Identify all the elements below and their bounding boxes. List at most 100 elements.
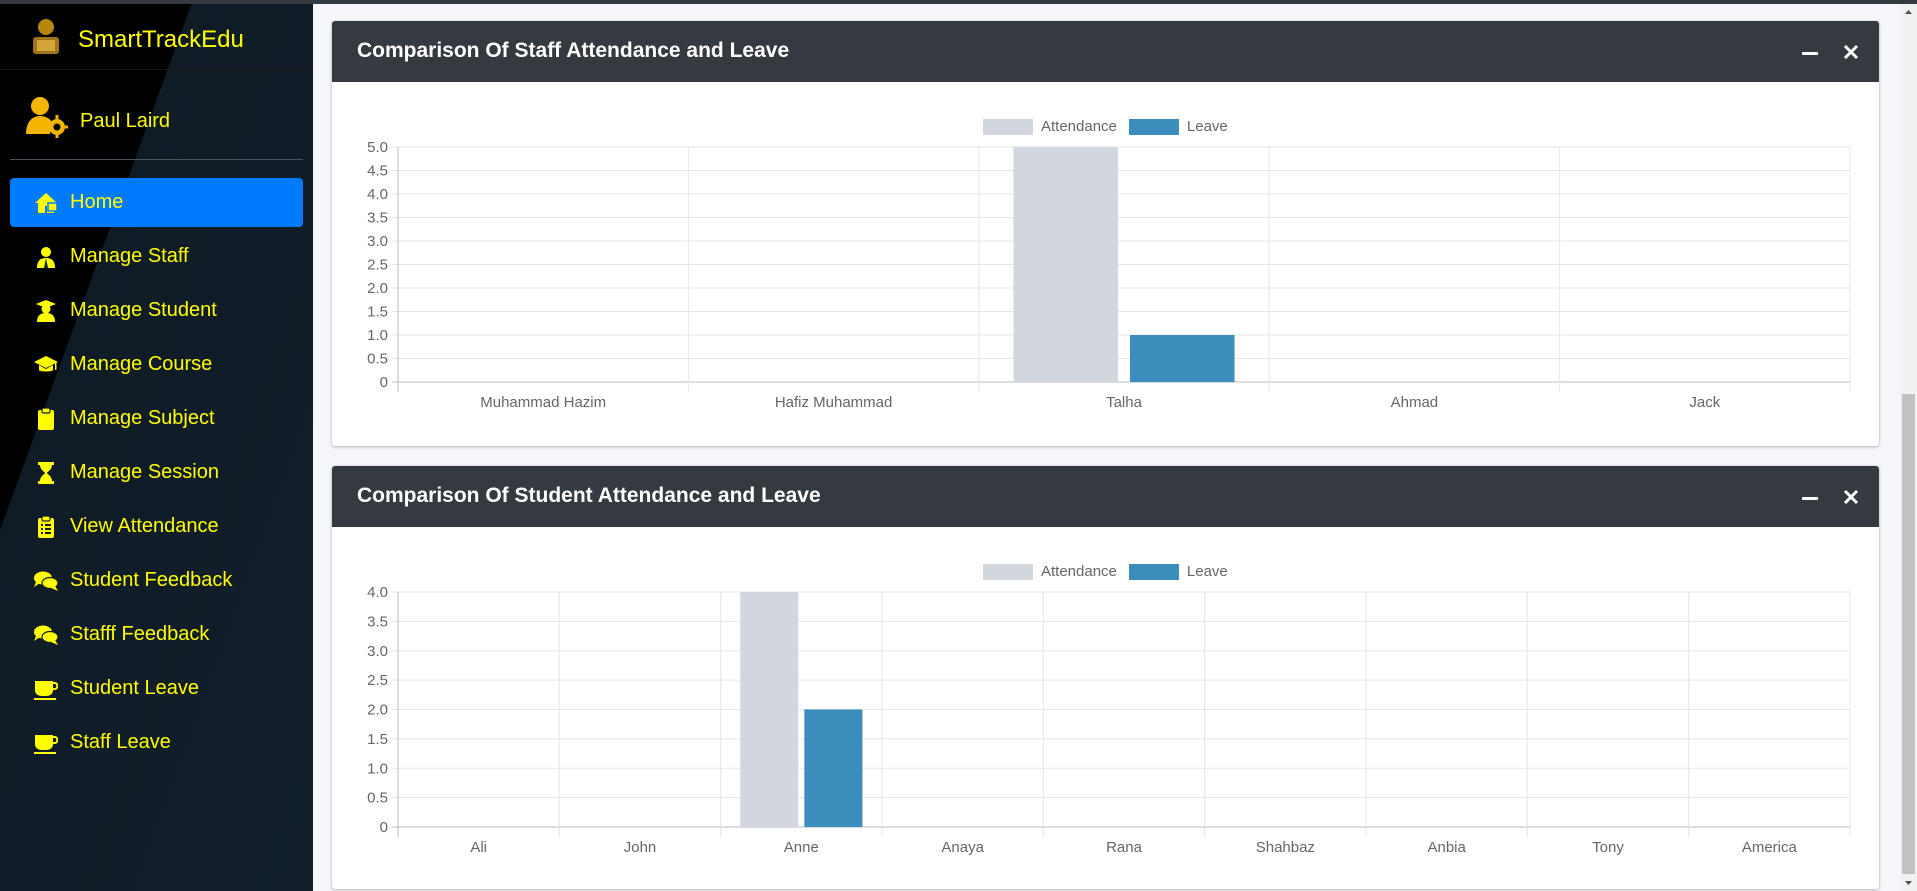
sidebar-item-manage-course[interactable]: Manage Course	[10, 340, 303, 389]
card-body: Attendance Leave 5.0 4.5 4.0 3.5 3.0 2.5 2.0 1.…	[332, 82, 1879, 451]
bar-attendance	[740, 592, 799, 827]
user-name[interactable]: Paul Laird	[80, 110, 170, 133]
x-tick-label: Muhammad Hazim	[480, 394, 606, 411]
sidebar-item-manage-student[interactable]: Manage Student	[10, 286, 303, 335]
user-panel: Paul Laird	[10, 70, 303, 160]
x-tick-label: Rana	[1106, 839, 1143, 856]
y-tick-label: 0	[380, 819, 388, 836]
close-icon[interactable]	[1840, 486, 1862, 508]
y-tick-label: 4.0	[367, 584, 388, 601]
sidebar-item-manage-subject[interactable]: Manage Subject	[10, 394, 303, 443]
y-tick-label: 4.5	[367, 163, 388, 180]
card-title: Comparison Of Student Attendance and Lea…	[357, 484, 821, 507]
home-icon	[35, 193, 58, 213]
sidebar-item-manage-staff[interactable]: Manage Staff	[10, 232, 303, 281]
y-tick-label: 4.0	[367, 186, 388, 203]
sidebar-item-label: Manage Subject	[70, 407, 215, 429]
y-tick-label: 3.5	[367, 210, 388, 227]
brand-link[interactable]: SmartTrackEdu	[0, 4, 313, 70]
x-tick-label: Ahmad	[1391, 394, 1439, 411]
sidebar-item-staff-leave[interactable]: Staff Leave	[10, 718, 303, 767]
y-tick-label: 5.0	[367, 139, 388, 156]
graduation-cap-icon	[34, 356, 58, 372]
x-tick-label: John	[624, 839, 657, 856]
x-tick-label: Jack	[1689, 394, 1720, 411]
x-tick-label: Anbia	[1427, 839, 1466, 856]
sidebar-item-label: Staff Leave	[70, 731, 171, 753]
x-tick-label: Anaya	[941, 839, 984, 856]
sidebar-item-home[interactable]: Home	[10, 178, 303, 227]
minimize-icon[interactable]	[1799, 41, 1821, 63]
bar-leave	[1130, 335, 1235, 382]
sidebar-item-staff-feedback[interactable]: Stafff Feedback	[10, 610, 303, 659]
y-tick-label: 0	[380, 374, 388, 391]
comments-icon	[34, 625, 58, 645]
staff-attendance-bar-chart: 5.0 4.5 4.0 3.5 3.0 2.5 2.0 1.5 1.0 0.5 0 Muhammad …	[367, 139, 1851, 411]
y-tick-label: 2.0	[367, 702, 388, 719]
x-tick-label: Anne	[784, 839, 819, 856]
legend-label: Attendance	[1041, 118, 1117, 135]
close-icon[interactable]	[1840, 41, 1862, 63]
y-tick-label: 1.0	[367, 760, 388, 777]
y-tick-label: 1.5	[367, 731, 388, 748]
sidebar-item-label: Stafff Feedback	[70, 623, 210, 645]
sidebar-item-label: Student Feedback	[70, 569, 233, 591]
card-body: Attendance Leave 4.0 3.5 3.0 2.5 2.0 1.5 1.0 0.…	[332, 527, 1879, 891]
y-tick-label: 0.5	[367, 790, 388, 807]
scroll-thumb[interactable]	[1902, 394, 1915, 874]
legend-label: Leave	[1186, 118, 1228, 135]
sidebar-item-student-feedback[interactable]: Student Feedback	[10, 556, 303, 605]
y-tick-label: 2.5	[367, 257, 388, 274]
sidebar-item-label: View Attendance	[70, 515, 219, 537]
chart-legend: Attendance Leave	[983, 563, 1240, 580]
x-tick-label: Talha	[1106, 394, 1143, 411]
page-scrollbar[interactable]	[1900, 4, 1917, 891]
card-header: Comparison Of Staff Attendance and Leave	[332, 21, 1879, 82]
brand-name: SmartTrackEdu	[78, 26, 244, 53]
scroll-down-arrow-icon[interactable]	[1900, 874, 1917, 891]
y-tick-label: 2.5	[367, 672, 388, 689]
student-chart-card: Comparison Of Student Attendance and Lea…	[332, 466, 1879, 889]
card-header: Comparison Of Student Attendance and Lea…	[332, 466, 1879, 527]
y-tick-label: 3.0	[367, 233, 388, 250]
comments-icon	[34, 571, 58, 591]
sidebar: SmartTrackEdu Paul Laird Home Manage Sta…	[0, 4, 313, 891]
y-tick-label: 0.5	[367, 351, 388, 368]
clipboard-list-icon	[38, 516, 54, 538]
hourglass-icon	[38, 462, 54, 484]
legend-label: Leave	[1186, 563, 1228, 580]
student-attendance-bar-chart: 4.0 3.5 3.0 2.5 2.0 1.5 1.0 0.5 0 Ali John Anne Anay…	[367, 584, 1851, 856]
user-cog-icon	[26, 97, 68, 138]
minimize-icon[interactable]	[1799, 486, 1821, 508]
brand-logo-icon	[33, 19, 59, 54]
coffee-icon	[34, 681, 58, 700]
staff-icon	[37, 247, 55, 268]
y-tick-label: 2.0	[367, 280, 388, 297]
sidebar-item-label: Manage Staff	[70, 245, 189, 267]
sidebar-item-manage-session[interactable]: Manage Session	[10, 448, 303, 497]
legend-swatch-attendance	[983, 563, 1033, 580]
sidebar-item-view-attendance[interactable]: View Attendance	[10, 502, 303, 551]
legend-label: Attendance	[1041, 563, 1117, 580]
chart-legend: Attendance Leave	[983, 118, 1240, 135]
y-tick-label: 1.5	[367, 304, 388, 321]
card-title: Comparison Of Staff Attendance and Leave	[357, 39, 790, 62]
sidebar-item-label: Manage Student	[70, 299, 217, 321]
sidebar-item-label: Manage Course	[70, 353, 213, 375]
scroll-up-arrow-icon[interactable]	[1900, 4, 1917, 21]
x-tick-label: Ali	[470, 839, 487, 856]
sidebar-item-label: Home	[70, 191, 124, 213]
sidebar-item-student-leave[interactable]: Student Leave	[10, 664, 303, 713]
coffee-icon	[34, 735, 58, 754]
y-tick-label: 3.0	[367, 643, 388, 660]
x-tick-label: Hafiz Muhammad	[775, 394, 893, 411]
clipboard-icon	[38, 408, 54, 430]
y-tick-label: 3.5	[367, 613, 388, 630]
x-tick-label: Tony	[1592, 839, 1624, 856]
x-tick-label: Shahbaz	[1256, 839, 1315, 856]
student-icon	[36, 300, 56, 322]
bar-leave	[804, 709, 863, 827]
bar-attendance	[1013, 147, 1118, 382]
y-tick-label: 1.0	[367, 327, 388, 344]
sidebar-item-label: Manage Session	[70, 461, 219, 483]
